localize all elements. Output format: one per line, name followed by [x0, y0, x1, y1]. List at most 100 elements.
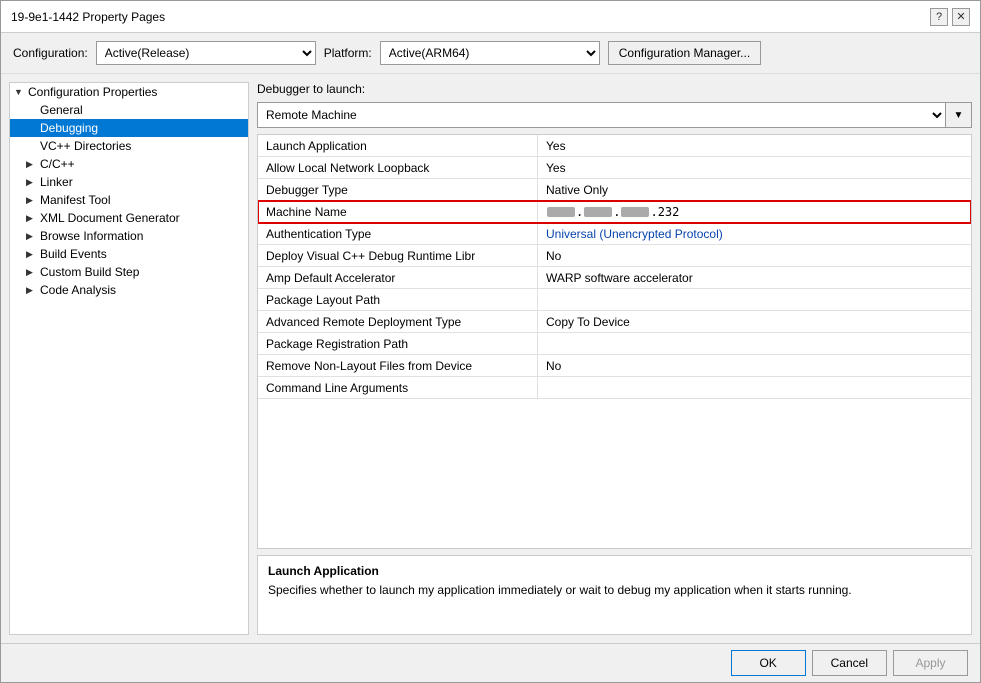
config-select[interactable]: Active(Release)	[96, 41, 316, 65]
prop-row-cmd-args[interactable]: Command Line Arguments	[258, 377, 971, 399]
title-bar: 19-9e1-1442 Property Pages ? ✕	[1, 1, 980, 33]
prop-row-auth-type[interactable]: Authentication TypeUniversal (Unencrypte…	[258, 223, 971, 245]
prop-name-launch-app: Launch Application	[258, 135, 538, 156]
cancel-button[interactable]: Cancel	[812, 650, 887, 676]
prop-value-amp-accelerator: WARP software accelerator	[538, 267, 971, 288]
prop-value-advanced-deploy: Copy To Device	[538, 311, 971, 332]
help-button[interactable]: ?	[930, 8, 948, 26]
prop-value-package-reg	[538, 333, 971, 354]
properties-grid: Launch ApplicationYesAllow Local Network…	[257, 134, 972, 549]
prop-name-remove-nonlayout: Remove Non-Layout Files from Device	[258, 355, 538, 376]
ip-blur-1	[547, 207, 575, 217]
config-manager-button[interactable]: Configuration Manager...	[608, 41, 761, 65]
ip-blur-2	[584, 207, 612, 217]
right-panel: Debugger to launch: Remote Machine ▼ Lau…	[257, 82, 972, 635]
close-button[interactable]: ✕	[952, 8, 970, 26]
debugger-select[interactable]: Remote Machine	[257, 102, 946, 128]
sidebar-label-debugging: Debugging	[40, 121, 98, 135]
arrow-icon-code-analysis: ▶	[26, 285, 38, 296]
debugger-label: Debugger to launch:	[257, 82, 972, 96]
prop-row-package-reg[interactable]: Package Registration Path	[258, 333, 971, 355]
arrow-icon-browse-info: ▶	[26, 231, 38, 242]
sidebar-label-manifest-tool: Manifest Tool	[40, 193, 110, 207]
prop-name-advanced-deploy: Advanced Remote Deployment Type	[258, 311, 538, 332]
arrow-icon-linker: ▶	[26, 177, 38, 188]
prop-row-advanced-deploy[interactable]: Advanced Remote Deployment TypeCopy To D…	[258, 311, 971, 333]
prop-value-launch-app: Yes	[538, 135, 971, 156]
prop-name-machine-name: Machine Name	[258, 201, 538, 222]
prop-row-launch-app[interactable]: Launch ApplicationYes	[258, 135, 971, 157]
bottom-buttons: OK Cancel Apply	[1, 643, 980, 682]
prop-name-deploy-visual: Deploy Visual C++ Debug Runtime Libr	[258, 245, 538, 266]
prop-row-remove-nonlayout[interactable]: Remove Non-Layout Files from DeviceNo	[258, 355, 971, 377]
dialog-title: 19-9e1-1442 Property Pages	[11, 10, 165, 24]
property-pages-dialog: 19-9e1-1442 Property Pages ? ✕ Configura…	[0, 0, 981, 683]
sidebar-item-code-analysis[interactable]: ▶Code Analysis	[10, 281, 248, 299]
sidebar-label-custom-build: Custom Build Step	[40, 265, 139, 279]
prop-row-allow-loopback[interactable]: Allow Local Network LoopbackYes	[258, 157, 971, 179]
config-label: Configuration:	[13, 46, 88, 60]
arrow-icon-cpp: ▶	[26, 159, 38, 170]
sidebar-label-config-props: Configuration Properties	[28, 85, 157, 99]
prop-name-package-reg: Package Registration Path	[258, 333, 538, 354]
prop-value-remove-nonlayout: No	[538, 355, 971, 376]
machine-name-value: ...232	[546, 205, 679, 219]
prop-value-allow-loopback: Yes	[538, 157, 971, 178]
sidebar-label-vc-dirs: VC++ Directories	[40, 139, 131, 153]
ok-button[interactable]: OK	[731, 650, 806, 676]
prop-row-deploy-visual[interactable]: Deploy Visual C++ Debug Runtime LibrNo	[258, 245, 971, 267]
apply-button[interactable]: Apply	[893, 650, 968, 676]
sidebar-label-cpp: C/C++	[40, 157, 75, 171]
prop-value-package-layout	[538, 289, 971, 310]
platform-label: Platform:	[324, 46, 372, 60]
prop-name-cmd-args: Command Line Arguments	[258, 377, 538, 398]
sidebar-label-browse-info: Browse Information	[40, 229, 143, 243]
prop-name-package-layout: Package Layout Path	[258, 289, 538, 310]
sidebar-item-general[interactable]: General	[10, 101, 248, 119]
ip-blur-3	[621, 207, 649, 217]
prop-value-auth-type: Universal (Unencrypted Protocol)	[538, 223, 971, 244]
title-bar-buttons: ? ✕	[930, 8, 970, 26]
prop-name-amp-accelerator: Amp Default Accelerator	[258, 267, 538, 288]
debugger-dropdown-button[interactable]: ▼	[946, 102, 972, 128]
platform-select[interactable]: Active(ARM64)	[380, 41, 600, 65]
sidebar-label-xml-doc: XML Document Generator	[40, 211, 180, 225]
sidebar-item-debugging[interactable]: Debugging	[10, 119, 248, 137]
prop-value-cmd-args	[538, 377, 971, 398]
prop-name-debugger-type: Debugger Type	[258, 179, 538, 200]
arrow-icon-xml-doc: ▶	[26, 213, 38, 224]
sidebar-item-browse-info[interactable]: ▶Browse Information	[10, 227, 248, 245]
sidebar-item-linker[interactable]: ▶Linker	[10, 173, 248, 191]
debugger-select-container: Remote Machine ▼	[257, 102, 972, 128]
prop-value-machine-name: ...232	[538, 201, 971, 222]
sidebar-label-code-analysis: Code Analysis	[40, 283, 116, 297]
arrow-icon-custom-build: ▶	[26, 267, 38, 278]
sidebar-label-linker: Linker	[40, 175, 73, 189]
prop-row-debugger-type[interactable]: Debugger TypeNative Only	[258, 179, 971, 201]
sidebar-item-config-props[interactable]: ▼Configuration Properties	[10, 83, 248, 101]
prop-name-allow-loopback: Allow Local Network Loopback	[258, 157, 538, 178]
arrow-icon-config-props: ▼	[14, 87, 26, 97]
prop-value-deploy-visual: No	[538, 245, 971, 266]
sidebar-item-manifest-tool[interactable]: ▶Manifest Tool	[10, 191, 248, 209]
sidebar-item-custom-build[interactable]: ▶Custom Build Step	[10, 263, 248, 281]
sidebar-item-vc-dirs[interactable]: VC++ Directories	[10, 137, 248, 155]
prop-row-package-layout[interactable]: Package Layout Path	[258, 289, 971, 311]
sidebar-label-general: General	[40, 103, 83, 117]
description-title: Launch Application	[268, 564, 961, 578]
sidebar-item-xml-doc[interactable]: ▶XML Document Generator	[10, 209, 248, 227]
prop-row-machine-name[interactable]: Machine Name ...232	[258, 201, 971, 223]
prop-row-amp-accelerator[interactable]: Amp Default AcceleratorWARP software acc…	[258, 267, 971, 289]
prop-name-auth-type: Authentication Type	[258, 223, 538, 244]
main-content: ▼Configuration PropertiesGeneralDebuggin…	[1, 74, 980, 643]
description-box: Launch Application Specifies whether to …	[257, 555, 972, 635]
sidebar-label-build-events: Build Events	[40, 247, 107, 261]
description-text: Specifies whether to launch my applicati…	[268, 582, 961, 599]
sidebar-item-cpp[interactable]: ▶C/C++	[10, 155, 248, 173]
sidebar-item-build-events[interactable]: ▶Build Events	[10, 245, 248, 263]
arrow-icon-manifest-tool: ▶	[26, 195, 38, 206]
prop-value-debugger-type: Native Only	[538, 179, 971, 200]
arrow-icon-build-events: ▶	[26, 249, 38, 260]
ip-last-octet: .232	[650, 205, 679, 219]
sidebar: ▼Configuration Properties General Debuggin…	[9, 82, 249, 635]
